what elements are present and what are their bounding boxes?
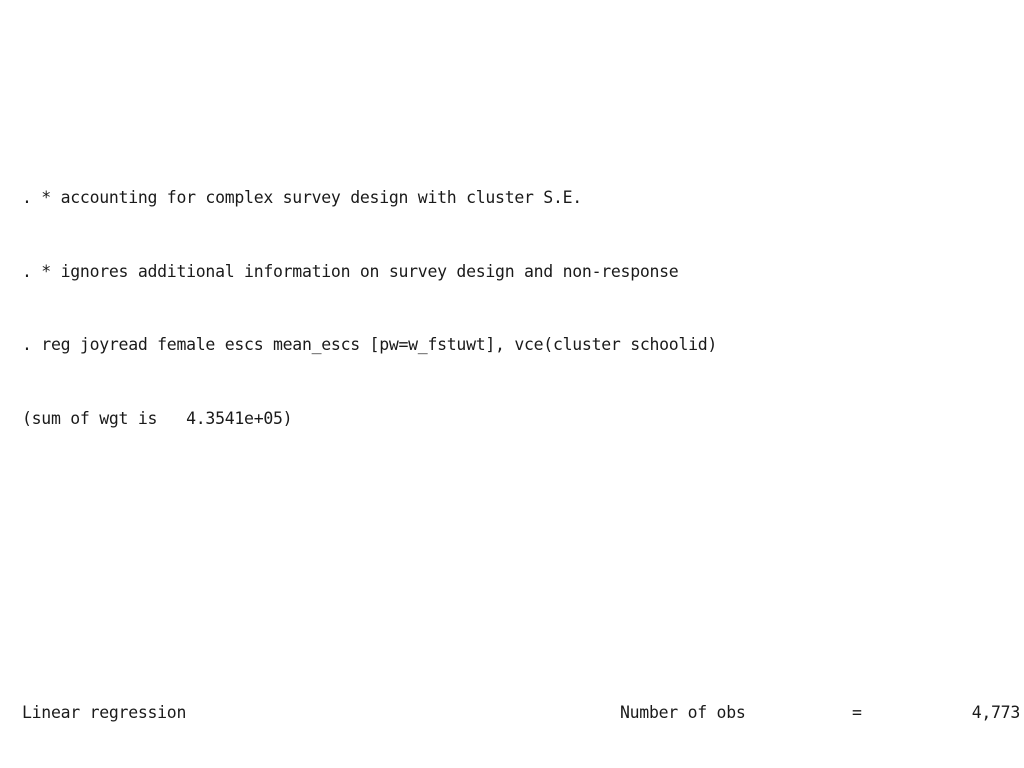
sum-of-weights-line: (sum of wgt is 4.3541e+05) [22, 408, 293, 428]
regress-command-line: . reg joyread female escs mean_escs [pw=… [22, 335, 718, 354]
comment-line-1: . * accounting for complex survey design… [22, 188, 582, 207]
model-statistics: Number of obs=4,773 F(3, 184)=233.94 Pro… [620, 627, 1020, 768]
comment-line-2: . * ignores additional information on su… [22, 261, 679, 281]
stat-equals: = [852, 702, 862, 722]
console-output: . * accounting for complex survey design… [22, 88, 1020, 768]
stata-results-window: . * accounting for complex survey design… [0, 0, 1024, 768]
stat-number-of-obs: Number of obs = 4,773 [620, 701, 1020, 726]
model-header-block: Linear regression Number of obs=4,773 F(… [22, 627, 1020, 768]
stat-label: Number of obs [620, 702, 746, 722]
stat-value: 4,773 [971, 702, 1021, 722]
